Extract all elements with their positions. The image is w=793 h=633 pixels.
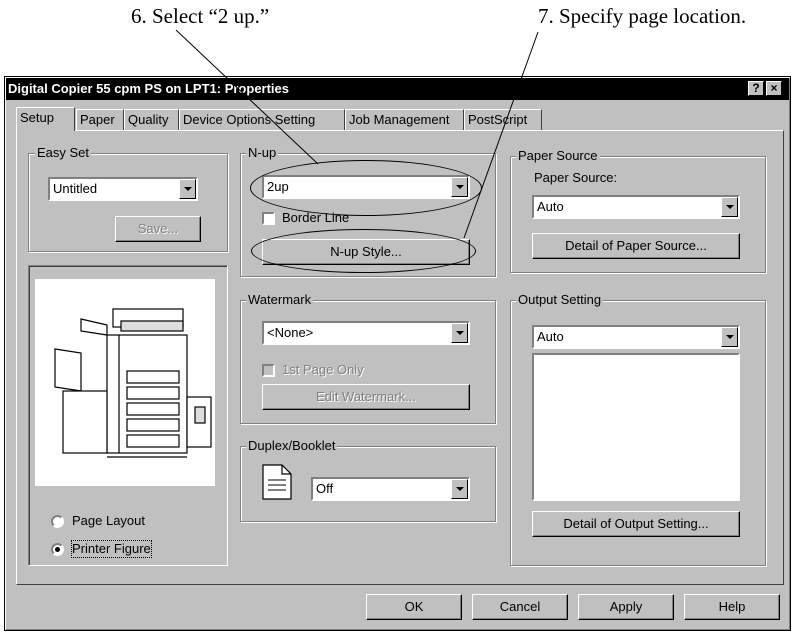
callout-leader-lines [175,29,539,239]
tab-setup[interactable]: Setup [16,107,75,131]
step6-leader-line [175,29,319,165]
step7-leader-line [463,31,539,239]
